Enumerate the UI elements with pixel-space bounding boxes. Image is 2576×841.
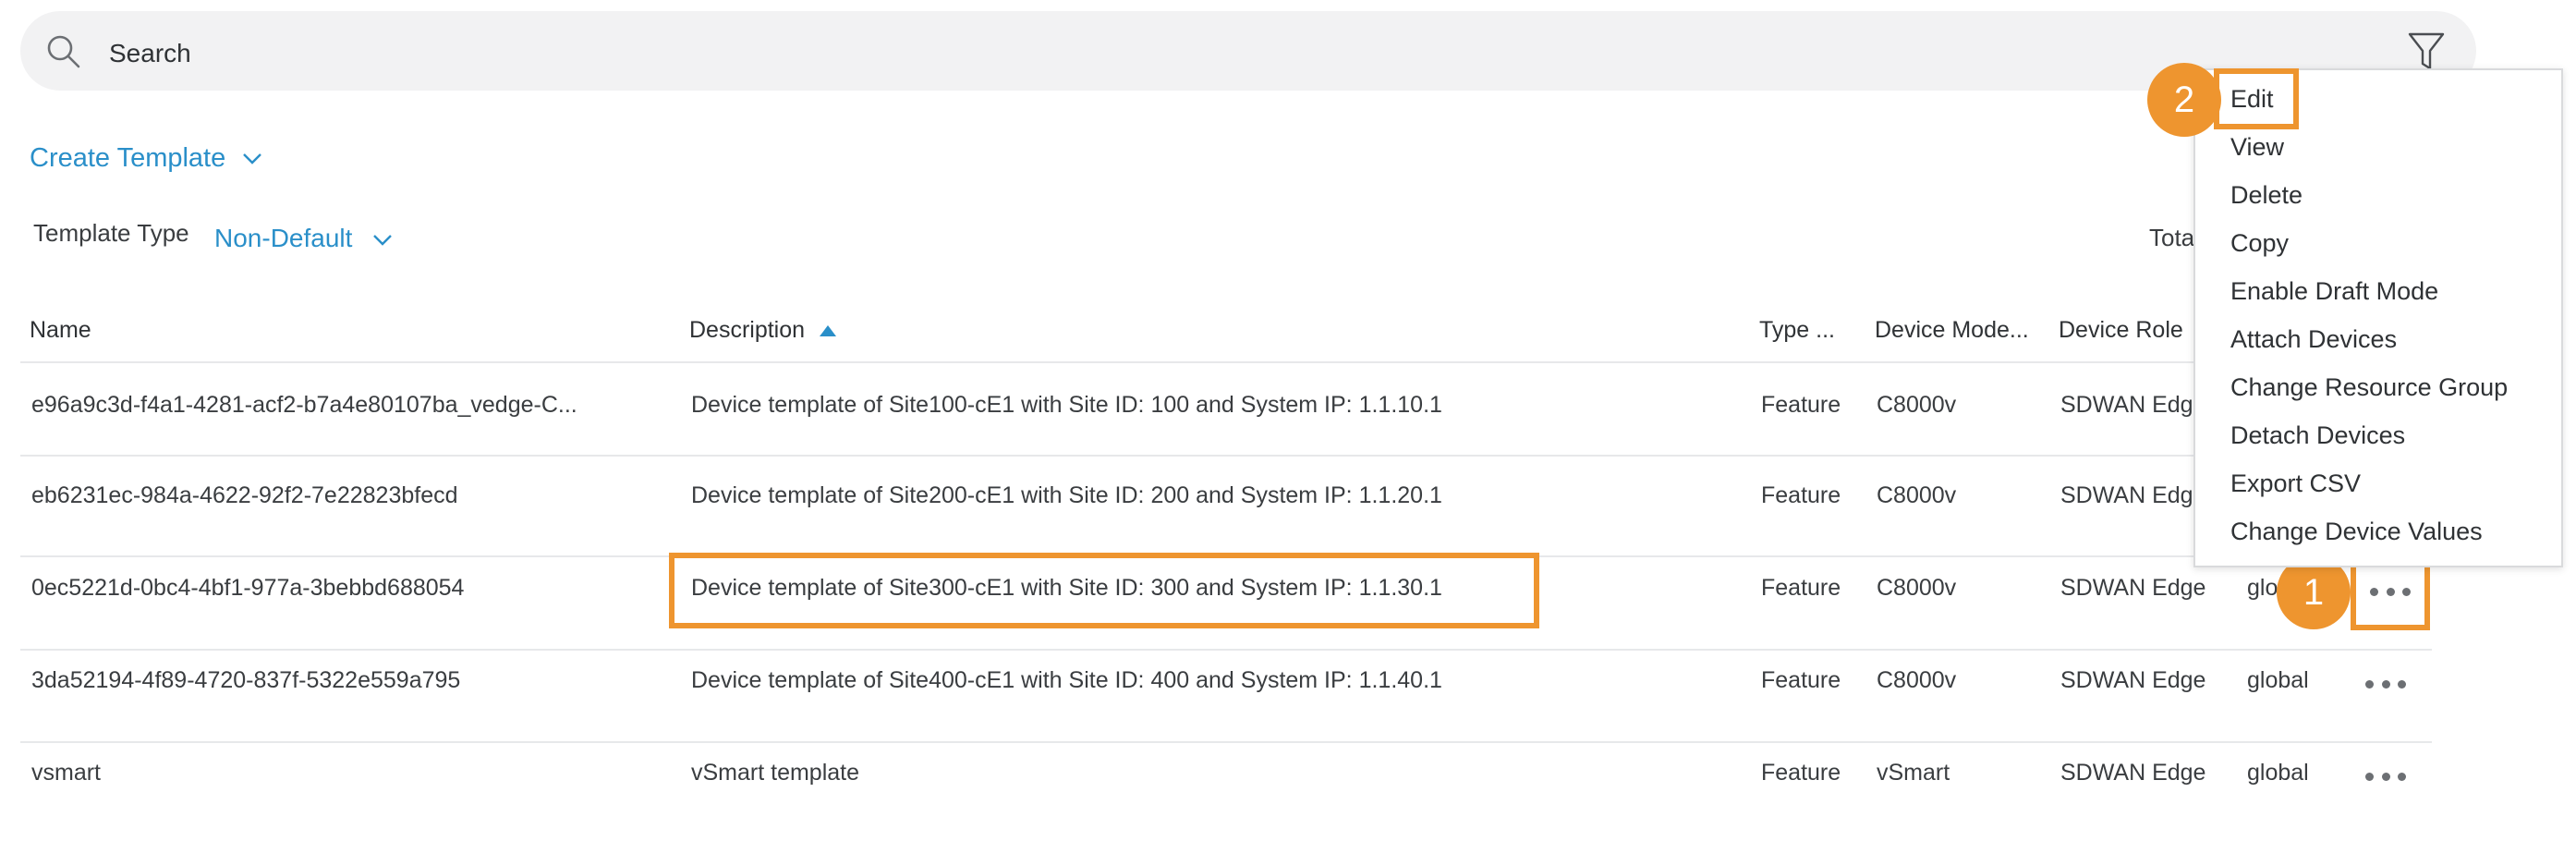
more-actions-button[interactable] bbox=[2365, 767, 2406, 786]
column-header-device-model[interactable]: Device Mode... bbox=[1875, 317, 2029, 344]
cell-type: Feature bbox=[1761, 667, 1841, 693]
dot-icon bbox=[2381, 772, 2390, 781]
cell-type: Feature bbox=[1761, 392, 1841, 418]
dot-icon bbox=[2386, 587, 2395, 596]
cell-description: vSmart template bbox=[691, 760, 860, 786]
edit-highlight bbox=[2214, 68, 2299, 129]
cell-type: Feature bbox=[1761, 482, 1841, 508]
template-type-label: Template Type bbox=[33, 219, 189, 247]
search-input[interactable]: Search bbox=[109, 39, 191, 68]
total-count-label: Tota bbox=[2149, 224, 2195, 251]
dot-icon bbox=[2398, 772, 2406, 781]
dot-icon bbox=[2365, 772, 2374, 781]
menu-item-export-csv[interactable]: Export CSV bbox=[2230, 469, 2361, 498]
column-header-name[interactable]: Name bbox=[30, 317, 91, 344]
cell-resource-group: global bbox=[2247, 760, 2309, 786]
template-type-value: Non-Default bbox=[214, 224, 353, 252]
cell-description: Device template of Site400-cE1 with Site… bbox=[691, 667, 1442, 693]
column-header-type[interactable]: Type ... bbox=[1759, 317, 1835, 344]
menu-item-change-device-values[interactable]: Change Device Values bbox=[2230, 518, 2483, 546]
menu-item-enable-draft-mode[interactable]: Enable Draft Mode bbox=[2230, 277, 2438, 306]
menu-item-view[interactable]: View bbox=[2230, 133, 2284, 162]
cell-type: Feature bbox=[1761, 760, 1841, 786]
cell-device-role: SDWAN Edge bbox=[2060, 575, 2206, 601]
cell-description: Device template of Site100-cE1 with Site… bbox=[691, 392, 1442, 418]
menu-item-detach-devices[interactable]: Detach Devices bbox=[2230, 421, 2405, 450]
cell-device-model: C8000v bbox=[1877, 667, 1957, 693]
table-row[interactable]: e96a9c3d-f4a1-4281-acf2-b7a4e80107ba_ved… bbox=[0, 362, 2439, 455]
more-actions-button[interactable] bbox=[2370, 582, 2411, 601]
cell-device-role: SDWAN Edg bbox=[2060, 482, 2193, 508]
cell-name: e96a9c3d-f4a1-4281-acf2-b7a4e80107ba_ved… bbox=[31, 392, 577, 418]
menu-item-change-resource-group[interactable]: Change Resource Group bbox=[2230, 373, 2508, 402]
cell-device-role: SDWAN Edge bbox=[2060, 760, 2206, 786]
create-template-label: Create Template bbox=[30, 143, 226, 173]
cell-device-role: SDWAN Edge bbox=[2060, 392, 2206, 418]
menu-item-copy[interactable]: Copy bbox=[2230, 229, 2289, 258]
cell-name: eb6231ec-984a-4622-92f2-7e22823bfecd bbox=[31, 482, 458, 508]
chevron-down-icon bbox=[243, 153, 262, 165]
dot-icon bbox=[2370, 587, 2378, 596]
column-header-description-label: Description bbox=[689, 317, 806, 343]
table-row[interactable]: 3da52194-4f89-4720-837f-5322e559a795 Dev… bbox=[0, 650, 2439, 742]
step-2-badge: 2 bbox=[2147, 63, 2221, 137]
dot-icon bbox=[2365, 679, 2374, 689]
dot-icon bbox=[2398, 679, 2406, 689]
search-bar[interactable] bbox=[20, 11, 2476, 91]
table-row[interactable]: vsmart vSmart template Feature vSmart SD… bbox=[0, 742, 2439, 835]
cell-device-model: C8000v bbox=[1877, 392, 1957, 418]
cell-resource-group: global bbox=[2247, 667, 2309, 693]
cell-resource-group: glo bbox=[2247, 575, 2278, 601]
more-actions-button[interactable] bbox=[2365, 675, 2406, 693]
cell-name: vsmart bbox=[31, 760, 101, 786]
filter-icon[interactable] bbox=[2408, 31, 2445, 72]
cell-device-model: C8000v bbox=[1877, 482, 1957, 508]
column-header-device-role[interactable]: Device Role bbox=[2059, 317, 2183, 344]
cell-name: 0ec5221d-0bc4-4bf1-977a-3bebbd688054 bbox=[31, 575, 465, 601]
description-highlight bbox=[669, 553, 1539, 628]
column-header-description[interactable]: Description bbox=[689, 317, 837, 344]
search-icon bbox=[47, 35, 80, 68]
cell-device-role: SDWAN Edge bbox=[2060, 667, 2206, 693]
dot-icon bbox=[2402, 587, 2411, 596]
cell-name: 3da52194-4f89-4720-837f-5322e559a795 bbox=[31, 667, 461, 693]
cell-device-model: C8000v bbox=[1877, 575, 1957, 601]
cell-type: Feature bbox=[1761, 575, 1841, 601]
create-template-button[interactable]: Create Template bbox=[30, 143, 262, 174]
dot-icon bbox=[2381, 679, 2390, 689]
table-row[interactable]: eb6231ec-984a-4622-92f2-7e22823bfecd Dev… bbox=[0, 456, 2439, 548]
template-type-dropdown[interactable]: Non-Default bbox=[214, 224, 393, 253]
sort-ascending-icon bbox=[820, 325, 837, 337]
menu-item-attach-devices[interactable]: Attach Devices bbox=[2230, 325, 2397, 354]
chevron-down-icon bbox=[373, 234, 393, 246]
menu-item-delete[interactable]: Delete bbox=[2230, 181, 2303, 210]
cell-device-model: vSmart bbox=[1877, 760, 1950, 786]
cell-description: Device template of Site200-cE1 with Site… bbox=[691, 482, 1442, 508]
